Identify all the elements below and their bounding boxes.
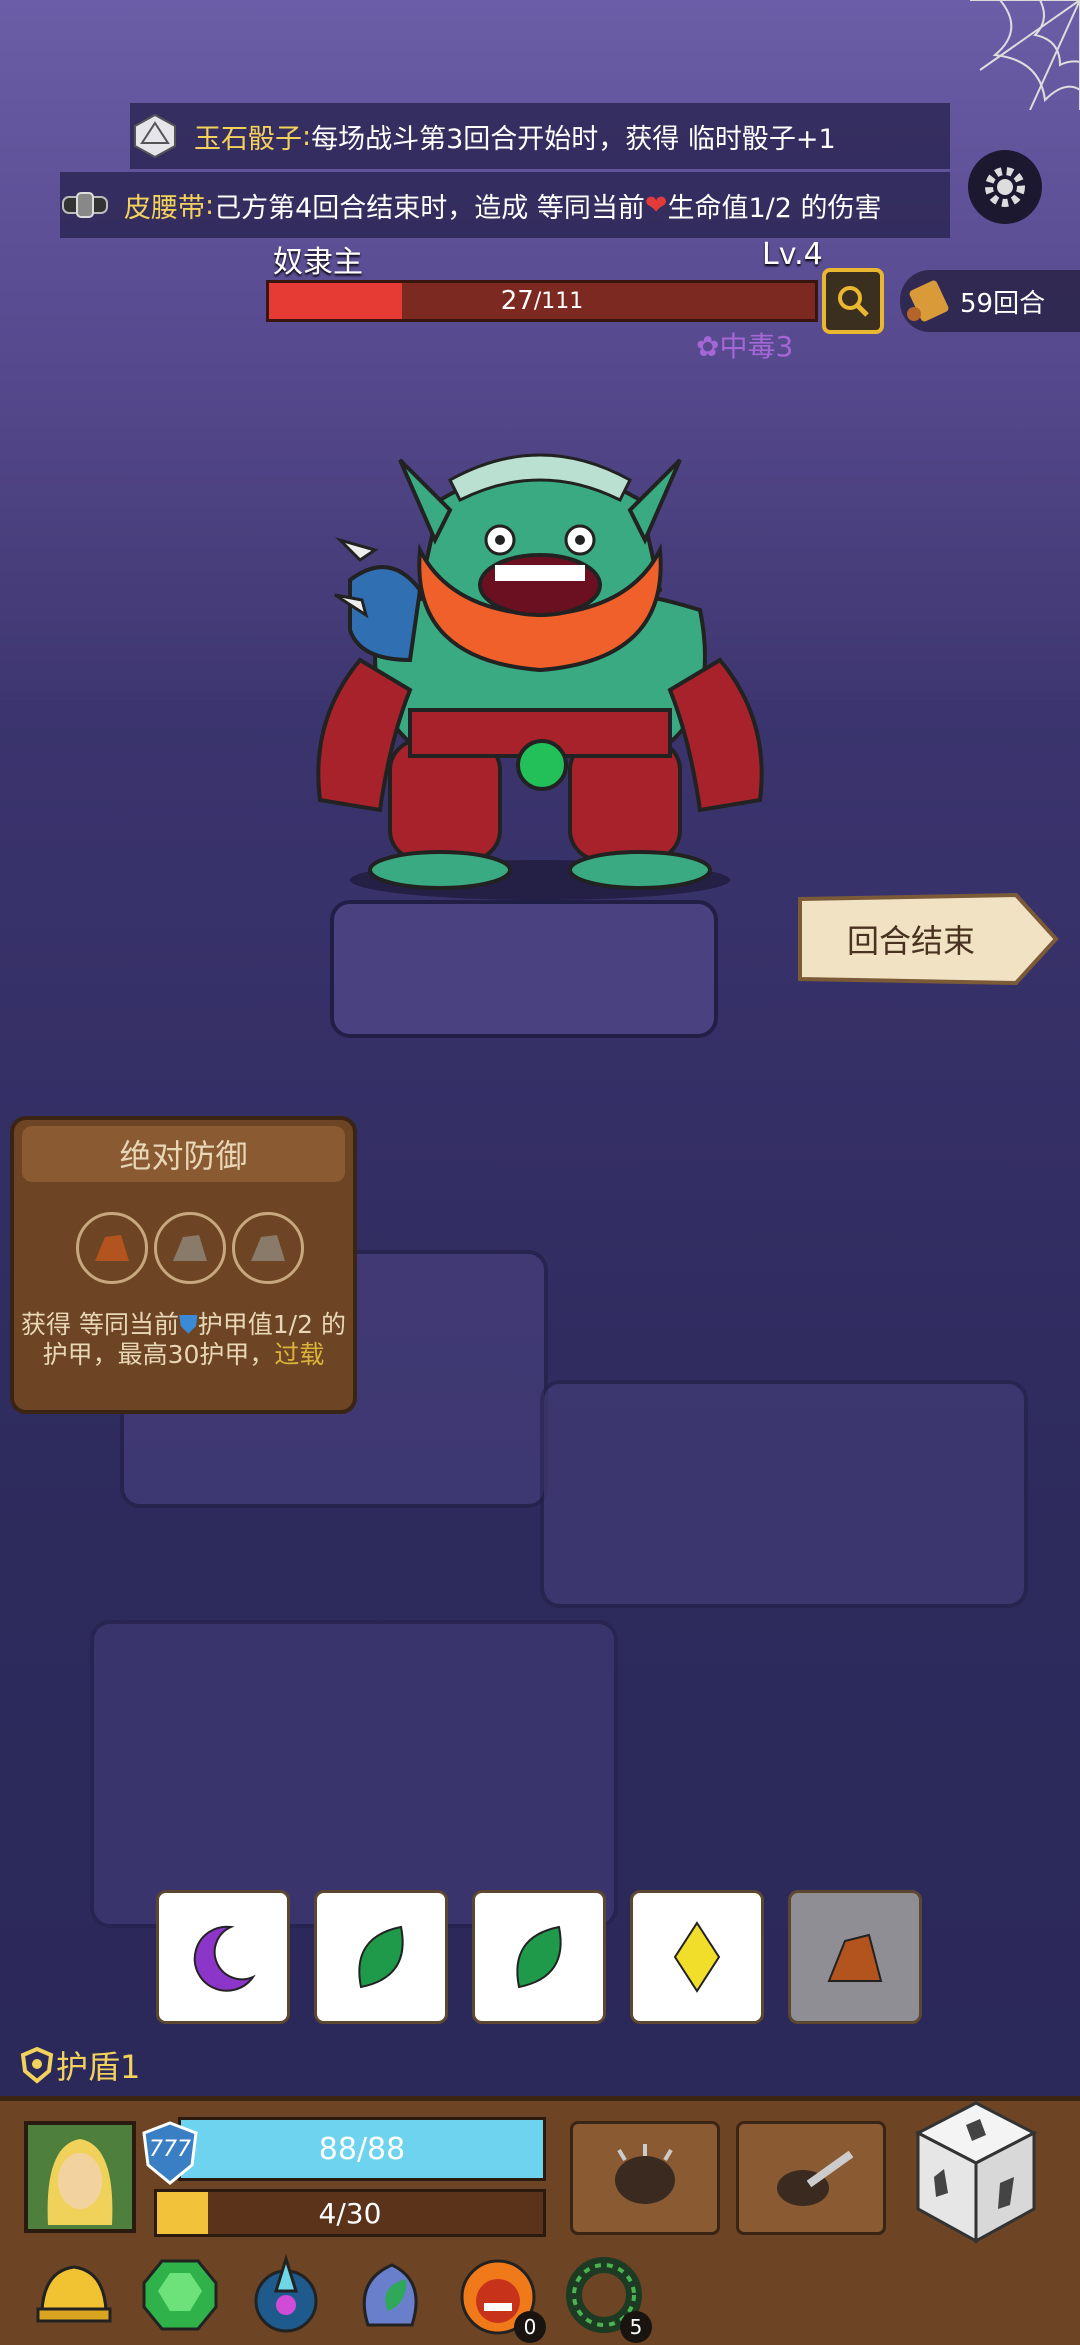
armor-badge: 777 xyxy=(140,2121,200,2187)
end-turn-button[interactable]: 回合结束 xyxy=(796,893,1060,985)
shield-value: 护盾1 xyxy=(56,2048,141,2086)
overload-keyword: 过载 xyxy=(274,1340,325,1369)
poison-status-text: 中毒3 xyxy=(719,330,794,363)
relic-description: 每场战斗第3回合开始时，获得 临时骰子+1 xyxy=(311,123,836,155)
relic-counter: 0 xyxy=(514,2311,546,2343)
skill-dice-slot[interactable] xyxy=(154,1212,226,1284)
belt-icon xyxy=(60,180,110,230)
enemy-name: 奴隶主 xyxy=(273,245,363,280)
skill-title: 绝对防御 xyxy=(22,1126,345,1182)
relic-name: 玉石骰子 xyxy=(194,123,302,155)
enemy-status: ✿中毒3 xyxy=(696,325,793,365)
dagger-icon xyxy=(777,2150,854,2206)
spiked-gauntlet-icon xyxy=(615,2144,675,2204)
blue-crystal-crown-icon xyxy=(254,2253,318,2333)
inspect-enemy-button[interactable] xyxy=(822,268,884,334)
equipment-slot-dagger[interactable] xyxy=(736,2121,886,2235)
settings-button[interactable] xyxy=(968,150,1042,224)
player-portrait[interactable] xyxy=(24,2121,136,2233)
dice-rock-used[interactable] xyxy=(788,1890,922,2024)
dice-leaf[interactable] xyxy=(472,1890,606,2024)
gear-icon xyxy=(985,167,1025,207)
dice-moon[interactable] xyxy=(156,1890,290,2024)
magnifier-icon xyxy=(838,286,869,317)
relic-description-end: 生命值1/2 的伤害 xyxy=(667,192,882,224)
roll-dice-button[interactable] xyxy=(910,2097,1042,2247)
dice-diamond[interactable] xyxy=(630,1890,764,2024)
skill-description: 获得 等同当前⛊护甲值1/2 的护甲，最高30护甲，过载 xyxy=(14,1310,353,1370)
relic-effect-line: 皮腰带: 己方第4回合结束时，造成 等同当前 ❤ 生命值1/2 的伤害 xyxy=(60,172,950,238)
rock-icon xyxy=(173,1235,207,1261)
d20-dice-icon xyxy=(130,111,180,161)
heart-icon: ❤ xyxy=(644,189,668,221)
scroll-icon xyxy=(907,280,949,322)
rock-icon xyxy=(827,1933,883,1982)
round-count: 59回合 xyxy=(960,288,1046,319)
golden-helmet-icon xyxy=(36,2265,112,2323)
rock-icon xyxy=(251,1235,285,1261)
relic-description-start: 己方第4回合结束时，造成 等同当前 xyxy=(214,192,645,224)
skill-dice-slot[interactable] xyxy=(232,1212,304,1284)
player-hp-bar: 88/88 xyxy=(178,2117,546,2181)
leaf-icon xyxy=(358,1925,404,1989)
skill-card[interactable]: 绝对防御 获得 等同当前⛊护甲值1/2 的护甲，最高30护甲，过载 xyxy=(10,1116,357,1414)
potion-leaf-icon xyxy=(362,2263,418,2327)
dice-cube-icon xyxy=(914,2101,1038,2244)
relic-fire-mask[interactable]: 0 xyxy=(454,2251,546,2343)
shield-status: 护盾1 xyxy=(18,2042,140,2088)
player-hp-text: 88/88 xyxy=(318,2131,406,2167)
floor-stone xyxy=(540,1380,1028,1608)
poison-icon: ✿ xyxy=(696,330,720,363)
equipment-slot-gauntlet[interactable] xyxy=(570,2121,720,2235)
enemy-hp-current: 27 xyxy=(500,286,534,316)
relic-separator: : xyxy=(205,189,215,221)
cobweb-icon xyxy=(970,0,1080,110)
floor-stone xyxy=(330,900,718,1038)
player-panel: 88/88 777 4/30 0 5 xyxy=(0,2096,1080,2345)
dice-leaf[interactable] xyxy=(314,1890,448,2024)
enemy-hp-bar: 27 /111 xyxy=(266,280,818,322)
enemy-hp-max: /111 xyxy=(533,288,584,314)
energy-fill xyxy=(157,2192,209,2234)
shield-icon xyxy=(20,2046,54,2084)
skill-dice-slot[interactable] xyxy=(76,1212,148,1284)
rock-icon xyxy=(95,1235,129,1261)
enemy-hp-text: 27 /111 xyxy=(269,283,815,319)
energy-text: 4/30 xyxy=(318,2196,382,2230)
player-avatar xyxy=(28,2125,132,2229)
enemy-slaver-sprite[interactable] xyxy=(300,440,780,900)
floor-stone xyxy=(90,1620,618,1928)
relic-dark-ring[interactable]: 5 xyxy=(560,2251,652,2343)
skill-desc-start: 获得 等同当前 xyxy=(21,1310,179,1339)
relic-potion-leaf[interactable] xyxy=(348,2251,436,2339)
relic-separator: : xyxy=(302,120,312,152)
energy-bar: 4/30 xyxy=(154,2189,546,2237)
relic-name: 皮腰带 xyxy=(124,192,205,224)
relic-golden-helmet[interactable] xyxy=(30,2251,118,2339)
moon-icon xyxy=(193,1925,256,1992)
relic-effect-line: 玉石骰子: 每场战斗第3回合开始时，获得 临时骰子+1 xyxy=(130,103,950,169)
round-counter: 59回合 xyxy=(900,270,1080,332)
diamond-icon xyxy=(673,1921,721,1993)
relic-green-gem[interactable] xyxy=(136,2251,224,2339)
armor-icon: ⛊ xyxy=(179,1310,198,1339)
armor-value: 777 xyxy=(149,2137,191,2162)
relic-counter: 5 xyxy=(620,2311,652,2343)
enemy-level: Lv.4 xyxy=(762,237,823,272)
end-turn-label: 回合结束 xyxy=(846,922,975,960)
leaf-icon xyxy=(516,1925,562,1989)
relic-bar: 0 5 xyxy=(30,2251,652,2343)
green-gem-icon xyxy=(142,2259,218,2331)
relic-crystal-crown[interactable] xyxy=(242,2251,330,2339)
